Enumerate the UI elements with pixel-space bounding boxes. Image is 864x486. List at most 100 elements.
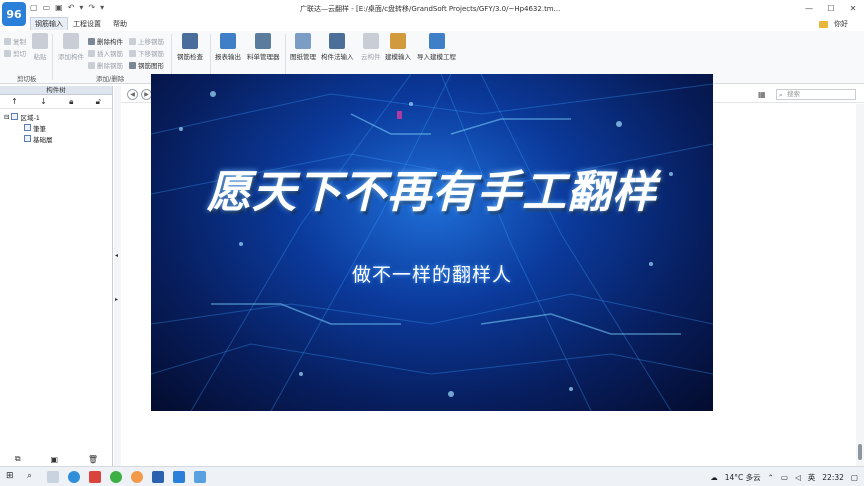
search-icon[interactable]: ⌕: [27, 471, 32, 481]
move-down-button[interactable]: 下移钢筋: [129, 48, 164, 58]
cursor-marker: [397, 111, 402, 119]
move-up-button[interactable]: 上移钢筋: [129, 36, 164, 46]
minimize-button[interactable]: —: [798, 0, 820, 17]
weather-text[interactable]: 14°C 多云: [725, 472, 761, 483]
cloud-component-button[interactable]: 云构件: [361, 33, 381, 61]
collapse-right-icon[interactable]: ▸: [115, 296, 118, 303]
volume-icon[interactable]: ◁: [795, 473, 801, 482]
edge-browser-icon[interactable]: [68, 471, 80, 483]
component-tree: ⊟ 区域-1 筆筆 基础層: [0, 109, 112, 146]
paste-icon: [32, 33, 48, 49]
panel-splitter[interactable]: ◂ ▸: [114, 86, 121, 466]
new-file-icon[interactable]: ▢: [30, 3, 38, 12]
component-method-input-button[interactable]: 构件法输入: [321, 33, 354, 61]
tree-bottom-toolbar: ⧉ ▣ 🗑︎: [0, 452, 113, 466]
copy-button[interactable]: 复制: [4, 36, 26, 46]
wechat-icon[interactable]: [110, 471, 122, 483]
insert-rebar-icon: [88, 49, 95, 57]
back-icon[interactable]: ◀: [127, 89, 138, 100]
add-component-button[interactable]: 添加构件: [58, 33, 84, 61]
grid-view-icon[interactable]: ▦: [758, 90, 766, 99]
pencil-icon: [390, 33, 406, 49]
video-subline: 做不一样的翻样人: [351, 264, 512, 286]
system-tray: ☁ 14°C 多云 ⌃ ▭ ◁ 英 22:32 ▢: [710, 472, 858, 483]
move-up-icon[interactable]: ↑: [11, 97, 18, 106]
promo-video[interactable]: 愿天下不再有手工翻样 做不一样的翻样人: [151, 74, 713, 411]
tree-item-child[interactable]: 筆筆: [4, 122, 108, 133]
menu-bar: 钢筋输入 工程设置 帮助 你好: [0, 17, 864, 31]
material-manager-button[interactable]: 料单管理器: [247, 33, 280, 61]
undo-dropdown-icon[interactable]: ▾: [79, 3, 83, 12]
copy-component-icon[interactable]: ⧉: [15, 454, 21, 464]
delete-component-button[interactable]: 删除构件: [88, 36, 123, 46]
tree-item-child[interactable]: 基础層: [4, 133, 108, 144]
add-component-icon: [63, 33, 79, 49]
unlock-icon[interactable]: 🔓︎: [96, 97, 101, 107]
import-modeling-project-button[interactable]: 导入建模工程: [417, 33, 456, 61]
network-icon[interactable]: ▭: [781, 473, 788, 482]
report-output-button[interactable]: 报表输出: [215, 33, 241, 61]
search-input[interactable]: ⌕ 搜索: [776, 89, 856, 100]
delete-rebar-button[interactable]: 删除钢筋: [88, 60, 123, 70]
printer-icon: [255, 33, 272, 49]
customize-dropdown-icon[interactable]: ▾: [100, 3, 104, 12]
tab-rebar-input[interactable]: 钢筋输入: [30, 17, 68, 30]
trash-icon[interactable]: 🗑︎: [88, 455, 98, 464]
collapse-icon[interactable]: ⊟: [4, 113, 9, 121]
arrow-up-icon: [129, 37, 136, 45]
video-headline: 愿天下不再有手工翻样: [207, 167, 657, 218]
cut-icon: [4, 49, 11, 57]
notification-icon[interactable]: ▢: [851, 473, 858, 482]
region-icon: [11, 113, 19, 120]
import-icon: [428, 33, 445, 49]
rebar-check-button[interactable]: 钢筋检查: [177, 33, 203, 61]
cut-button[interactable]: 剪切: [4, 48, 26, 58]
clock[interactable]: 22:32: [822, 473, 844, 482]
design-app-icon[interactable]: [152, 471, 164, 483]
copy-icon: [4, 37, 11, 45]
vertical-scrollbar[interactable]: [856, 104, 864, 466]
component-tree-panel: 构件树 ↑ ↓ 🔒︎ 🔓︎ ⊟ 区域-1 筆筆 基础層 ⧉ ▣ 🗑︎: [0, 86, 113, 466]
insert-rebar-button[interactable]: 插入钢筋: [88, 48, 123, 58]
move-down-icon[interactable]: ↓: [40, 97, 47, 106]
wps-icon[interactable]: [89, 471, 101, 483]
collapse-left-icon[interactable]: ◂: [115, 252, 118, 259]
delete-component-icon: [88, 37, 95, 45]
ime-indicator[interactable]: 英: [808, 472, 816, 483]
component-method-icon: [329, 33, 346, 49]
glodon-app-icon[interactable]: [173, 471, 185, 483]
task-view-icon[interactable]: [47, 471, 59, 483]
open-folder-icon[interactable]: ▭: [43, 3, 51, 12]
undo-icon[interactable]: ↶: [68, 3, 75, 12]
window-controls: — ☐ ✕: [798, 0, 864, 17]
maximize-button[interactable]: ☐: [820, 0, 842, 17]
windows-start-icon[interactable]: ⊞: [6, 471, 14, 481]
title-bar: 96 ▢ ▭ ▣ ↶ ▾ ↷ ▾ 广联达—云翻样 - [E:/桌面/c盘转移/G…: [0, 0, 864, 26]
tab-project-settings[interactable]: 工程设置: [73, 19, 101, 29]
user-greeting[interactable]: 你好: [834, 19, 848, 29]
lock-icon[interactable]: 🔒︎: [69, 97, 73, 107]
app-logo-icon: 96: [2, 2, 26, 26]
save-icon[interactable]: ▣: [55, 3, 63, 12]
drawing-manager-button[interactable]: 图纸管理: [290, 33, 316, 61]
component-icon: [24, 124, 31, 131]
redo-icon[interactable]: ↷: [88, 3, 95, 12]
group-label-add-delete: 添加/删除: [96, 75, 125, 83]
scrollbar-thumb[interactable]: [858, 444, 862, 460]
modeling-input-button[interactable]: 建模输入: [385, 33, 411, 61]
paste-button[interactable]: 粘贴: [32, 33, 48, 61]
project-app-icon[interactable]: [194, 471, 206, 483]
tree-toolbar: ↑ ↓ 🔒︎ 🔓︎: [0, 95, 112, 109]
close-button[interactable]: ✕: [842, 0, 864, 17]
tray-chevron-icon[interactable]: ⌃: [768, 473, 774, 482]
tab-help[interactable]: 帮助: [113, 19, 127, 29]
media-app-icon[interactable]: [131, 471, 143, 483]
tree-item-region[interactable]: ⊟ 区域-1: [4, 111, 108, 122]
paste-component-icon[interactable]: ▣: [50, 455, 58, 464]
folder-icon[interactable]: [819, 20, 828, 28]
circuit-background: [151, 74, 713, 411]
report-upload-icon: [220, 33, 236, 49]
rebar-shape-button[interactable]: 钢筋图形: [129, 60, 164, 70]
drawing-icon: [295, 33, 311, 49]
weather-icon[interactable]: ☁: [710, 473, 718, 482]
